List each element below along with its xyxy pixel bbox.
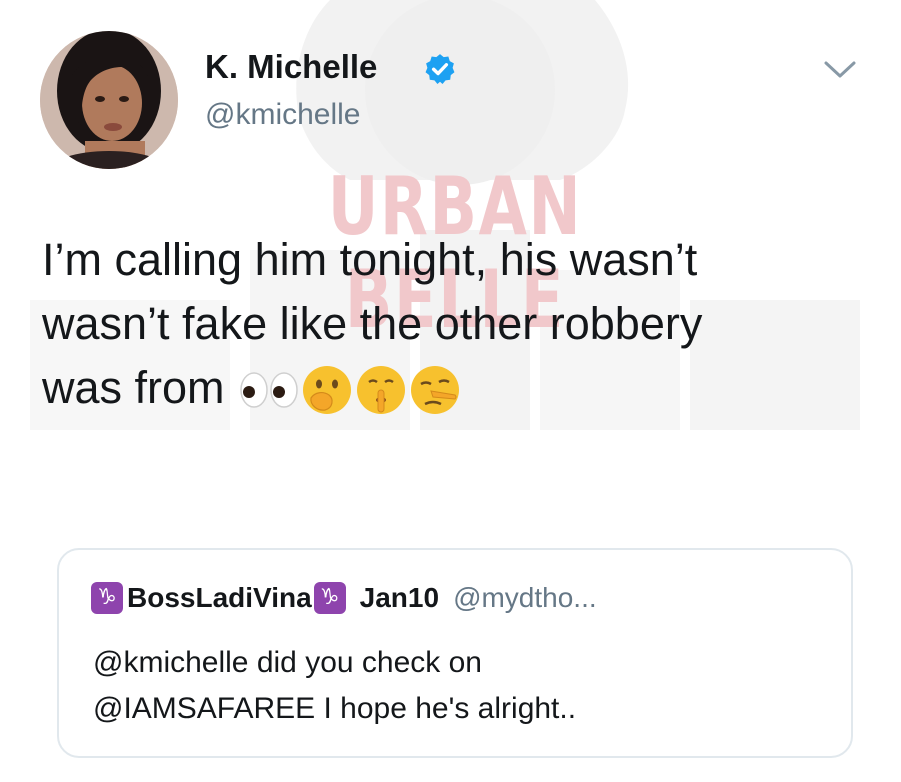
lying-face-emoji bbox=[410, 366, 459, 415]
verified-badge-icon bbox=[425, 54, 455, 85]
quoted-tweet-line: @IAMSAFAREE I hope he's alright.. bbox=[93, 692, 577, 725]
tweet-line-text: was from bbox=[42, 362, 225, 413]
tweet-line: was from bbox=[42, 356, 862, 423]
emoji-row bbox=[239, 355, 463, 419]
capricorn-icon: ♑ bbox=[313, 582, 346, 614]
quoted-tweet-date: Jan10 bbox=[359, 582, 440, 613]
avatar[interactable] bbox=[40, 31, 178, 169]
tweet-line: wasn’t fake like the other robbery bbox=[42, 298, 703, 349]
quoted-tweet-line: @kmichelle did you check on bbox=[93, 646, 482, 679]
tweet-line: I’m calling him tonight, his wasn’t bbox=[42, 234, 698, 285]
capricorn-icon: ♑ bbox=[91, 582, 123, 614]
tweet-text: I’m calling him tonight, his wasn’t wasn… bbox=[42, 228, 862, 423]
shushing-face-emoji bbox=[356, 366, 405, 415]
quoted-tweet-header: ♑ BossLadiVina ♑ Jan10 @mydtho... bbox=[91, 578, 597, 618]
quoted-author-handle[interactable]: @mydtho... bbox=[453, 582, 597, 614]
profile-photo bbox=[40, 31, 178, 169]
eyes-emoji bbox=[239, 372, 298, 408]
quoted-tweet-card[interactable]: ♑ BossLadiVina ♑ Jan10 @mydtho... @kmich… bbox=[57, 548, 853, 758]
quoted-author-name[interactable]: BossLadiVina bbox=[127, 582, 312, 614]
face-with-hand-over-mouth-emoji bbox=[302, 366, 351, 415]
chevron-down-icon[interactable] bbox=[820, 55, 860, 85]
author-handle[interactable]: @kmichelle bbox=[205, 98, 361, 132]
quoted-tweet-text: @kmichelle did you check on @IAMSAFAREE … bbox=[93, 640, 576, 732]
display-name[interactable]: K. Michelle bbox=[205, 48, 377, 86]
